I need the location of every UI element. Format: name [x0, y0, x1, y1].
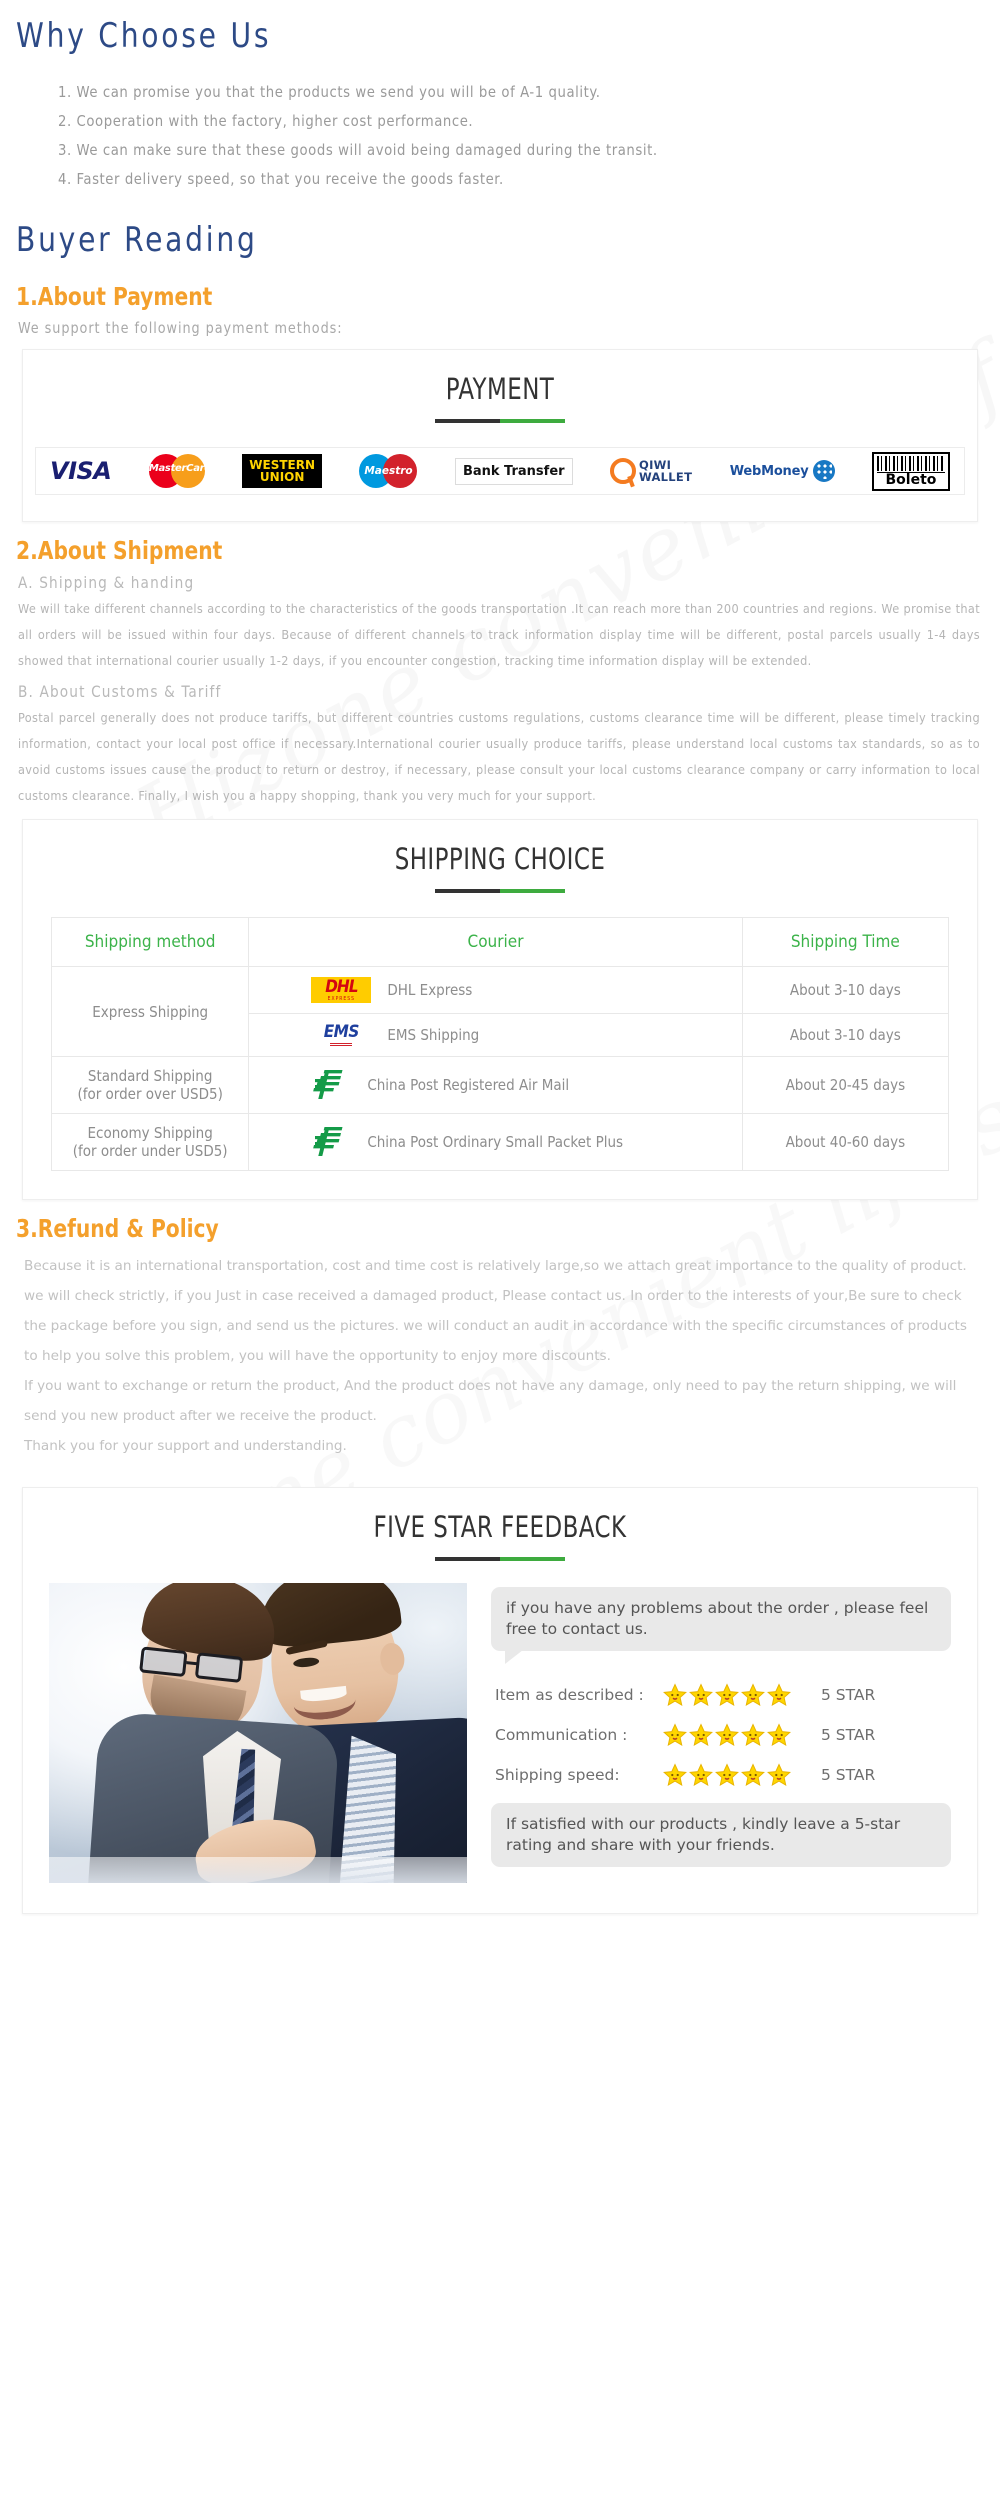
shipping-time: About 3-10 days	[741, 966, 950, 1014]
courier-china-post-air: China Post Registered Air Mail	[248, 1056, 743, 1114]
visa-label: VISA	[50, 457, 112, 485]
courier-dhl: DHL EXPRESS DHL Express	[248, 966, 743, 1014]
table-row: Express Shipping DHL EXPRESS DHL Express…	[50, 966, 950, 1057]
shipping-choice-rule	[435, 889, 565, 893]
product-description-page: Hizone convenient life store Hizone conv…	[0, 0, 1000, 2512]
method-express: Express Shipping	[50, 966, 250, 1057]
rating-row-shipping-speed: Shipping speed: 5 STAR	[495, 1763, 951, 1787]
list-item: 3. We can make sure that these goods wil…	[58, 141, 658, 159]
western-union-label2: UNION	[259, 470, 305, 484]
feedback-title: FIVE STAR FEEDBACK	[373, 1510, 627, 1544]
rating-label: Shipping speed:	[495, 1766, 620, 1784]
courier-ems: EMS EMS Shipping	[248, 1013, 743, 1057]
dhl-logo-subtext: EXPRESS	[327, 996, 355, 1002]
payment-subtitle: We support the following payment methods…	[18, 319, 343, 337]
bank-transfer-label: Bank Transfer	[454, 457, 573, 485]
list-item: 2. Cooperation with the factory, higher …	[58, 112, 474, 130]
leave-rating-bubble: If satisfied with our products , kindly …	[491, 1803, 951, 1867]
why-choose-us-title: Why Choose Us	[16, 16, 272, 56]
courier-name: China Post Registered Air Mail	[367, 1076, 570, 1094]
bank-transfer-logo: Bank Transfer	[454, 457, 573, 485]
dhl-logo: DHL EXPRESS	[311, 977, 372, 1003]
china-post-logo	[311, 1125, 351, 1159]
table-row: Standard Shipping (for order over USD5)	[50, 1056, 950, 1114]
maestro-label: Maestro	[364, 465, 413, 477]
china-post-logo	[311, 1068, 351, 1102]
maestro-logo: Maestro	[359, 454, 418, 488]
courier-name: China Post Ordinary Small Packet Plus	[367, 1133, 624, 1151]
rating-value: 5 STAR	[821, 1766, 876, 1784]
shipping-handling-paragraph: We will take different channels accordin…	[18, 601, 980, 668]
shipping-time: About 20-45 days	[741, 1056, 950, 1114]
buyer-reading-title: Buyer Reading	[16, 220, 258, 260]
shipping-choice-table: Shipping method Courier Shipping Time Ex…	[50, 917, 950, 1171]
payment-methods-strip: VISA MasterCard WESTERN UNION Maestro Ba…	[35, 447, 965, 495]
shipping-time: About 40-60 days	[741, 1113, 950, 1171]
star-rating-icons	[663, 1763, 799, 1787]
webmoney-globe-icon	[812, 460, 835, 482]
shipping-handling-subheading: A. Shipping & handing	[18, 573, 195, 592]
list-item: 4. Faster delivery speed, so that you re…	[58, 170, 504, 188]
refund-policy-heading: 3.Refund & Policy	[16, 1214, 219, 1243]
webmoney-logo: WebMoney	[730, 460, 835, 482]
method-standard: Standard Shipping (for order over USD5)	[50, 1056, 250, 1114]
refund-paragraph-1: Because it is an international transport…	[24, 1258, 967, 1364]
western-union-logo: WESTERN UNION	[242, 454, 323, 488]
webmoney-label: WebMoney	[729, 463, 809, 479]
rating-row-communication: Communication : 5 STAR	[495, 1723, 951, 1747]
qiwi-label2: WALLET	[639, 470, 693, 484]
boleto-logo: Boleto	[871, 451, 950, 491]
visa-logo: VISA	[50, 457, 112, 485]
contact-us-bubble: if you have any problems about the order…	[491, 1587, 951, 1664]
column-header-time: Shipping Time	[741, 917, 950, 967]
refund-paragraph-3: Thank you for your support and understan…	[24, 1438, 347, 1454]
feedback-rule	[435, 1557, 565, 1561]
rating-value: 5 STAR	[821, 1686, 876, 1704]
list-item: 1. We can promise you that the products …	[58, 83, 601, 101]
star-rating-icons	[663, 1723, 799, 1747]
shipping-time: About 3-10 days	[741, 1013, 950, 1057]
method-sublabel: (for order over USD5)	[77, 1085, 223, 1103]
method-label: Economy Shipping	[87, 1124, 213, 1142]
courier-name: DHL Express	[387, 981, 473, 999]
customs-tariff-paragraph: Postal parcel generally does not produce…	[18, 710, 980, 803]
table-header-row: Shipping method Courier Shipping Time	[50, 917, 950, 967]
courier-name: EMS Shipping	[387, 1026, 480, 1044]
column-header-courier: Courier	[248, 917, 743, 967]
method-sublabel: (for order under USD5)	[72, 1142, 228, 1160]
barcode-icon	[876, 455, 945, 471]
about-payment-heading: 1.About Payment	[16, 282, 213, 311]
star-rating-icons	[663, 1683, 799, 1707]
feedback-panel: FIVE STAR FEEDBACK if you have any probl…	[22, 1487, 978, 1914]
rating-label: Item as described :	[495, 1686, 644, 1704]
mastercard-label: MasterCard	[148, 463, 212, 474]
dhl-logo-text: DHL	[325, 977, 358, 997]
ems-stripes-icon	[330, 1042, 353, 1046]
rating-row-item-as-described: Item as described : 5 STAR	[495, 1683, 951, 1707]
payment-rule	[435, 419, 565, 423]
ems-logo-text: EMS	[323, 1022, 360, 1042]
rating-label: Communication :	[495, 1726, 628, 1744]
shipping-choice-title: SHIPPING CHOICE	[394, 842, 606, 876]
boleto-label: Boleto	[876, 471, 945, 488]
payment-panel-title: PAYMENT	[445, 372, 555, 406]
two-businessmen-photo	[49, 1583, 467, 1883]
column-header-method: Shipping method	[50, 917, 250, 967]
ratings-list: Item as described : 5 STAR Communication…	[495, 1683, 951, 1787]
payment-panel: PAYMENT VISA MasterCard WESTERN UNION Ma…	[22, 349, 978, 522]
table-row: Economy Shipping (for order under USD5)	[50, 1113, 950, 1171]
mastercard-logo: MasterCard	[148, 454, 212, 488]
why-choose-us-list: 1. We can promise you that the products …	[18, 78, 992, 194]
method-label: Standard Shipping	[87, 1067, 213, 1085]
method-economy: Economy Shipping (for order under USD5)	[50, 1113, 250, 1171]
qiwi-wallet-logo: QIWI WALLET	[610, 458, 692, 484]
shipping-choice-panel: SHIPPING CHOICE Shipping method Courier …	[22, 819, 978, 1200]
rating-value: 5 STAR	[821, 1726, 876, 1744]
courier-china-post-packet: China Post Ordinary Small Packet Plus	[248, 1113, 743, 1171]
ems-logo: EMS	[311, 1024, 371, 1046]
about-shipment-heading: 2.About Shipment	[16, 536, 223, 565]
customs-tariff-subheading: B. About Customs & Tariff	[18, 682, 222, 701]
qiwi-circle-icon	[610, 458, 636, 484]
refund-paragraph-2: If you want to exchange or return the pr…	[24, 1378, 957, 1424]
